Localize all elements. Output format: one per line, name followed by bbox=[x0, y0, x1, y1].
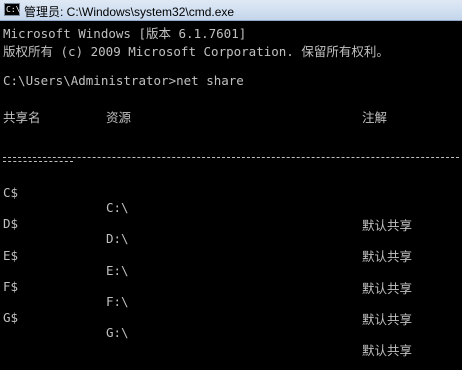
share-name: E$ bbox=[3, 248, 19, 263]
share-name: F$ bbox=[3, 279, 19, 294]
share-row: C$ C:\ 默认共享 bbox=[0, 170, 462, 233]
banner-line-2: 版权所有 (c) 2009 Microsoft Corporation. 保留所… bbox=[3, 44, 389, 59]
share-row: D$ D:\ 默认共享 bbox=[0, 201, 462, 264]
share-resource: G:\ bbox=[106, 325, 129, 340]
title-bar[interactable]: C:\ 管理员: C:\Windows\system32\cmd.exe bbox=[0, 0, 462, 21]
header-remark: 注解 bbox=[362, 110, 388, 125]
command-prompt-line: C:\Users\Administrator>net share bbox=[3, 73, 244, 88]
console-output[interactable]: Microsoft Windows [版本 6.1.7601] 版权所有 (c)… bbox=[0, 21, 462, 358]
banner-line-1: Microsoft Windows [版本 6.1.7601] bbox=[3, 26, 247, 41]
header-divider-continuation bbox=[3, 161, 73, 162]
share-row: G$ G:\ 默认共享 bbox=[0, 295, 462, 358]
share-name: D$ bbox=[3, 216, 19, 231]
share-name: G$ bbox=[3, 310, 19, 325]
share-name: C$ bbox=[3, 185, 19, 200]
share-row: F$ F:\ 默认共享 bbox=[0, 264, 462, 327]
cmd-app-icon[interactable]: C:\ bbox=[4, 3, 20, 16]
share-remark: 默认共享 bbox=[362, 343, 413, 358]
header-share-name: 共享名 bbox=[3, 110, 41, 125]
window-title: 管理员: C:\Windows\system32\cmd.exe bbox=[24, 5, 235, 19]
header-divider bbox=[3, 157, 459, 158]
header-resource: 资源 bbox=[106, 110, 132, 125]
share-row: E$ E:\ 默认共享 bbox=[0, 233, 462, 296]
